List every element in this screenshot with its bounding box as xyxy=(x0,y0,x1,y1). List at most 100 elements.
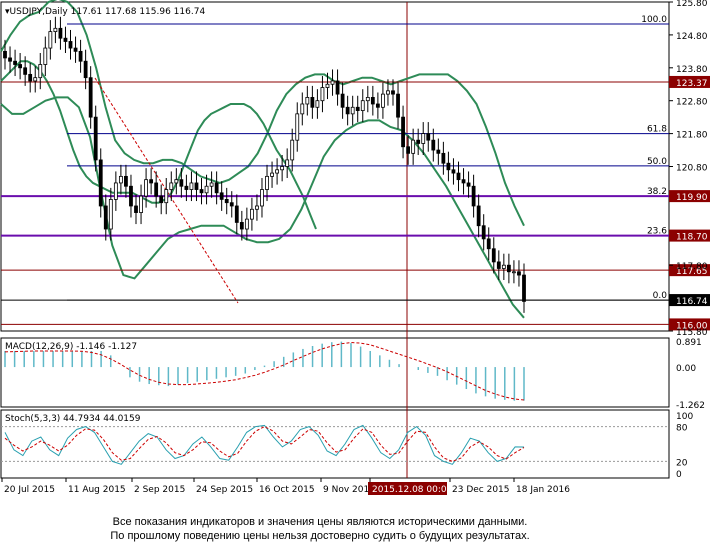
candle-body xyxy=(73,47,78,52)
candle-body xyxy=(512,271,516,274)
candle-body xyxy=(350,106,355,115)
price-tag-label: 123.37 xyxy=(676,79,708,89)
candle-body xyxy=(265,175,269,190)
price-axis-label: 122.80 xyxy=(676,98,708,108)
price-tag-label: 118.70 xyxy=(676,233,708,243)
price-tag-label: 119.90 xyxy=(676,193,708,203)
stoch-axis-label: 0 xyxy=(676,470,682,480)
candle-body xyxy=(416,139,421,144)
stoch-label: Stoch(5,3,3) 44.7934 44.0159 xyxy=(5,414,141,424)
stoch-axis-label: 100 xyxy=(676,412,693,422)
time-axis-label: 20 Jul 2015 xyxy=(4,485,55,495)
candle-body xyxy=(179,179,184,187)
candle-body xyxy=(108,198,113,230)
candle-body xyxy=(391,90,395,95)
candle-body xyxy=(471,185,476,207)
candle-body xyxy=(98,159,103,207)
candle-body xyxy=(48,31,53,49)
candle-body xyxy=(214,182,219,194)
time-axis-label: 11 Aug 2015 xyxy=(68,485,126,495)
candle-body xyxy=(486,238,491,250)
candle-body xyxy=(310,97,315,108)
candle-body xyxy=(58,27,63,39)
candle-body xyxy=(406,146,411,154)
candle-body xyxy=(345,106,350,115)
candle-body xyxy=(149,179,154,184)
candle-body xyxy=(18,64,23,69)
chart-canvas: 100.061.850.038.223.60.0123.37119.90118.… xyxy=(0,0,710,495)
candle-body xyxy=(436,149,441,154)
candle-body xyxy=(522,274,526,302)
time-axis-label: 2 Sep 2015 xyxy=(134,485,185,495)
candle-body xyxy=(386,90,390,95)
candle-body xyxy=(426,133,431,141)
candle-body xyxy=(461,179,466,184)
candle-body xyxy=(219,192,224,200)
candle-body xyxy=(255,205,259,210)
candle-body xyxy=(229,202,234,207)
candle-body xyxy=(169,182,174,190)
price-axis-label: 125.80 xyxy=(676,0,708,9)
candle-body xyxy=(124,175,128,187)
candle-body xyxy=(365,97,370,102)
time-axis-label: 24 Sep 2015 xyxy=(196,485,253,495)
bollinger-lower-band xyxy=(0,96,525,319)
time-axis-label: 18 Jan 2016 xyxy=(516,485,570,495)
candle-body xyxy=(411,139,416,154)
candle-body xyxy=(139,195,143,213)
candle-body xyxy=(88,77,93,118)
price-axis-label: 121.80 xyxy=(676,131,708,141)
candle-body xyxy=(239,222,244,230)
candle-body xyxy=(506,264,511,273)
candle-body xyxy=(491,248,496,263)
candle-body xyxy=(8,57,12,62)
macd-axis-label: -1.262 xyxy=(676,401,705,411)
price-axis-label: 124.80 xyxy=(676,32,708,42)
candle-body xyxy=(129,185,133,207)
stoch-axis-label: 20 xyxy=(676,458,688,468)
candle-body xyxy=(375,103,380,108)
candle-body xyxy=(481,225,486,240)
candle-body xyxy=(28,73,33,82)
candle-body xyxy=(13,60,17,65)
candle-body xyxy=(421,133,426,144)
candle-body xyxy=(43,47,48,65)
candle-body xyxy=(204,185,209,194)
candle-body xyxy=(295,113,300,141)
candle-body xyxy=(355,106,360,111)
candle-body xyxy=(103,205,108,230)
candle-body xyxy=(320,87,325,102)
candle-body xyxy=(164,189,169,204)
candle-body xyxy=(305,97,310,105)
macd-axis-label: 0.00 xyxy=(676,364,696,374)
candle-body xyxy=(315,100,320,108)
candle-body xyxy=(496,261,501,269)
candle-body xyxy=(446,162,451,171)
candle-body xyxy=(260,189,264,207)
candle-body xyxy=(270,172,274,177)
candle-body xyxy=(144,179,148,197)
time-axis-label: 16 Oct 2015 xyxy=(259,485,315,495)
candle-body xyxy=(325,83,330,88)
candle-body xyxy=(335,80,340,95)
price-axis-label: 123.80 xyxy=(676,65,708,75)
price-axis-label: 117.80 xyxy=(676,262,708,272)
candle-body xyxy=(93,116,98,161)
disclaimer-line-1: Все показания индикаторов и значения цен… xyxy=(112,516,528,528)
candle-body xyxy=(118,175,123,184)
price-axis-label: 115.80 xyxy=(676,328,708,338)
fibo-level-label: 50.0 xyxy=(647,157,667,167)
candle-body xyxy=(199,189,204,194)
fibo-level-label: 100.0 xyxy=(641,15,667,25)
macd-axis-label: 0.891 xyxy=(676,338,702,348)
candle-body xyxy=(441,152,446,164)
candle-body xyxy=(501,264,506,269)
candle-body xyxy=(250,208,254,220)
chart-header-symbol: ▾USDJPY,Daily 117.61 117.68 115.96 116.7… xyxy=(5,7,205,17)
candle-body xyxy=(290,139,295,161)
candle-body xyxy=(370,97,375,105)
candle-body xyxy=(53,27,58,33)
price-tag-label: 116.74 xyxy=(676,297,708,307)
candle-body xyxy=(381,93,385,108)
candle-body xyxy=(517,271,521,276)
